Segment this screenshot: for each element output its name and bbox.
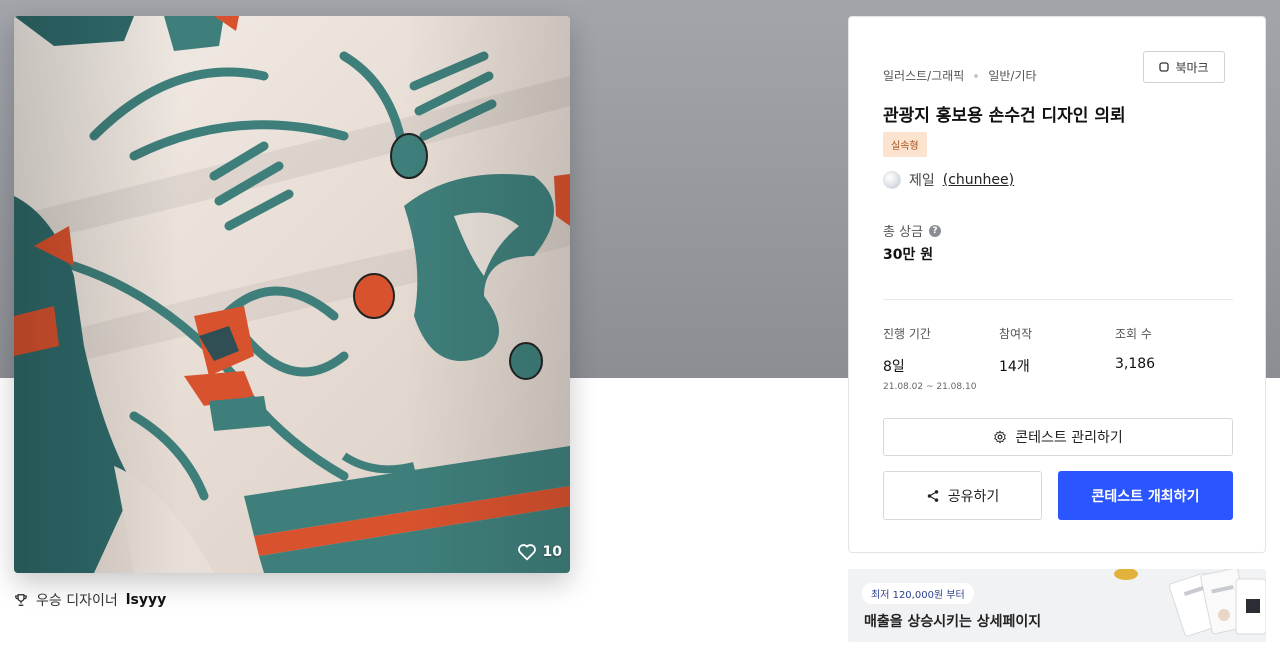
host-contest-button[interactable]: 콘테스트 개최하기: [1058, 471, 1233, 520]
like-badge[interactable]: 10: [517, 543, 562, 561]
stat-date-range: 21.08.02 ~ 21.08.10: [883, 382, 977, 392]
ad-headline: 매출을 상승시키는 상세페이지: [864, 614, 1042, 630]
share-label: 공유하기: [947, 488, 1000, 505]
host-contest-label: 콘테스트 개최하기: [1091, 488, 1200, 505]
bookmark-button[interactable]: 북마크: [1143, 51, 1225, 83]
winning-design-image[interactable]: 10: [14, 16, 570, 573]
handkerchief-artwork: [14, 16, 570, 573]
stat-value: 8일: [883, 359, 905, 375]
gear-icon: [994, 430, 1006, 444]
winner-designer: 우승 디자이너 lsyyy: [14, 590, 166, 610]
help-icon[interactable]: ?: [929, 224, 942, 237]
heart-icon: [517, 544, 536, 561]
contest-info-panel: 일러스트/그래픽 일반/기타 북마크 관광지 홍보용 손수건 디자인 의뢰 실속…: [848, 16, 1266, 553]
subcategory-link[interactable]: 일반/기타: [988, 67, 1036, 84]
prize-label: 총 상금 ?: [883, 221, 942, 240]
breadcrumb: 일러스트/그래픽 일반/기타: [883, 67, 1037, 84]
host-name: 제일: [909, 173, 935, 189]
winner-label: 우승 디자이너: [36, 593, 118, 609]
stat-value: 14개: [999, 359, 1030, 375]
divider: [883, 299, 1233, 300]
stat-label: 진행 기간: [883, 327, 931, 341]
share-icon: [927, 489, 938, 502]
type-badge: 실속형: [883, 132, 927, 157]
stat-value: 3,186: [1115, 356, 1156, 372]
contest-title: 관광지 홍보용 손수건 디자인 의뢰: [883, 106, 1126, 126]
trophy-icon: [15, 594, 27, 606]
ad-illustration: [1114, 569, 1266, 637]
host-info[interactable]: 제일 (chunhee): [883, 170, 1014, 190]
stat-label: 조회 수: [1115, 327, 1152, 341]
breadcrumb-separator: [974, 73, 979, 78]
prize-value: 30만 원: [883, 247, 934, 263]
ad-price-pill: 최저 120,000원 부터: [862, 583, 974, 604]
like-count: 10: [542, 544, 562, 560]
share-button[interactable]: 공유하기: [883, 471, 1042, 520]
ad-banner[interactable]: 최저 120,000원 부터 매출을 상승시키는 상세페이지: [848, 569, 1266, 642]
bookmark-label: 북마크: [1175, 60, 1209, 75]
category-link[interactable]: 일러스트/그래픽: [883, 67, 964, 84]
host-handle[interactable]: (chunhee): [943, 172, 1014, 188]
stat-entries: 참여작 14개: [999, 325, 1032, 376]
winner-name[interactable]: lsyyy: [126, 592, 167, 608]
manage-contest-label: 콘테스트 관리하기: [1015, 430, 1123, 446]
bookmark-icon: [1159, 62, 1170, 72]
manage-contest-button[interactable]: 콘테스트 관리하기: [883, 418, 1233, 456]
stat-duration: 진행 기간 8일 21.08.02 ~ 21.08.10: [883, 325, 976, 392]
stat-views: 조회 수 3,186: [1115, 325, 1155, 372]
stat-label: 참여작: [999, 327, 1033, 341]
avatar: [883, 171, 901, 189]
prize-label-text: 총 상금: [883, 225, 924, 240]
